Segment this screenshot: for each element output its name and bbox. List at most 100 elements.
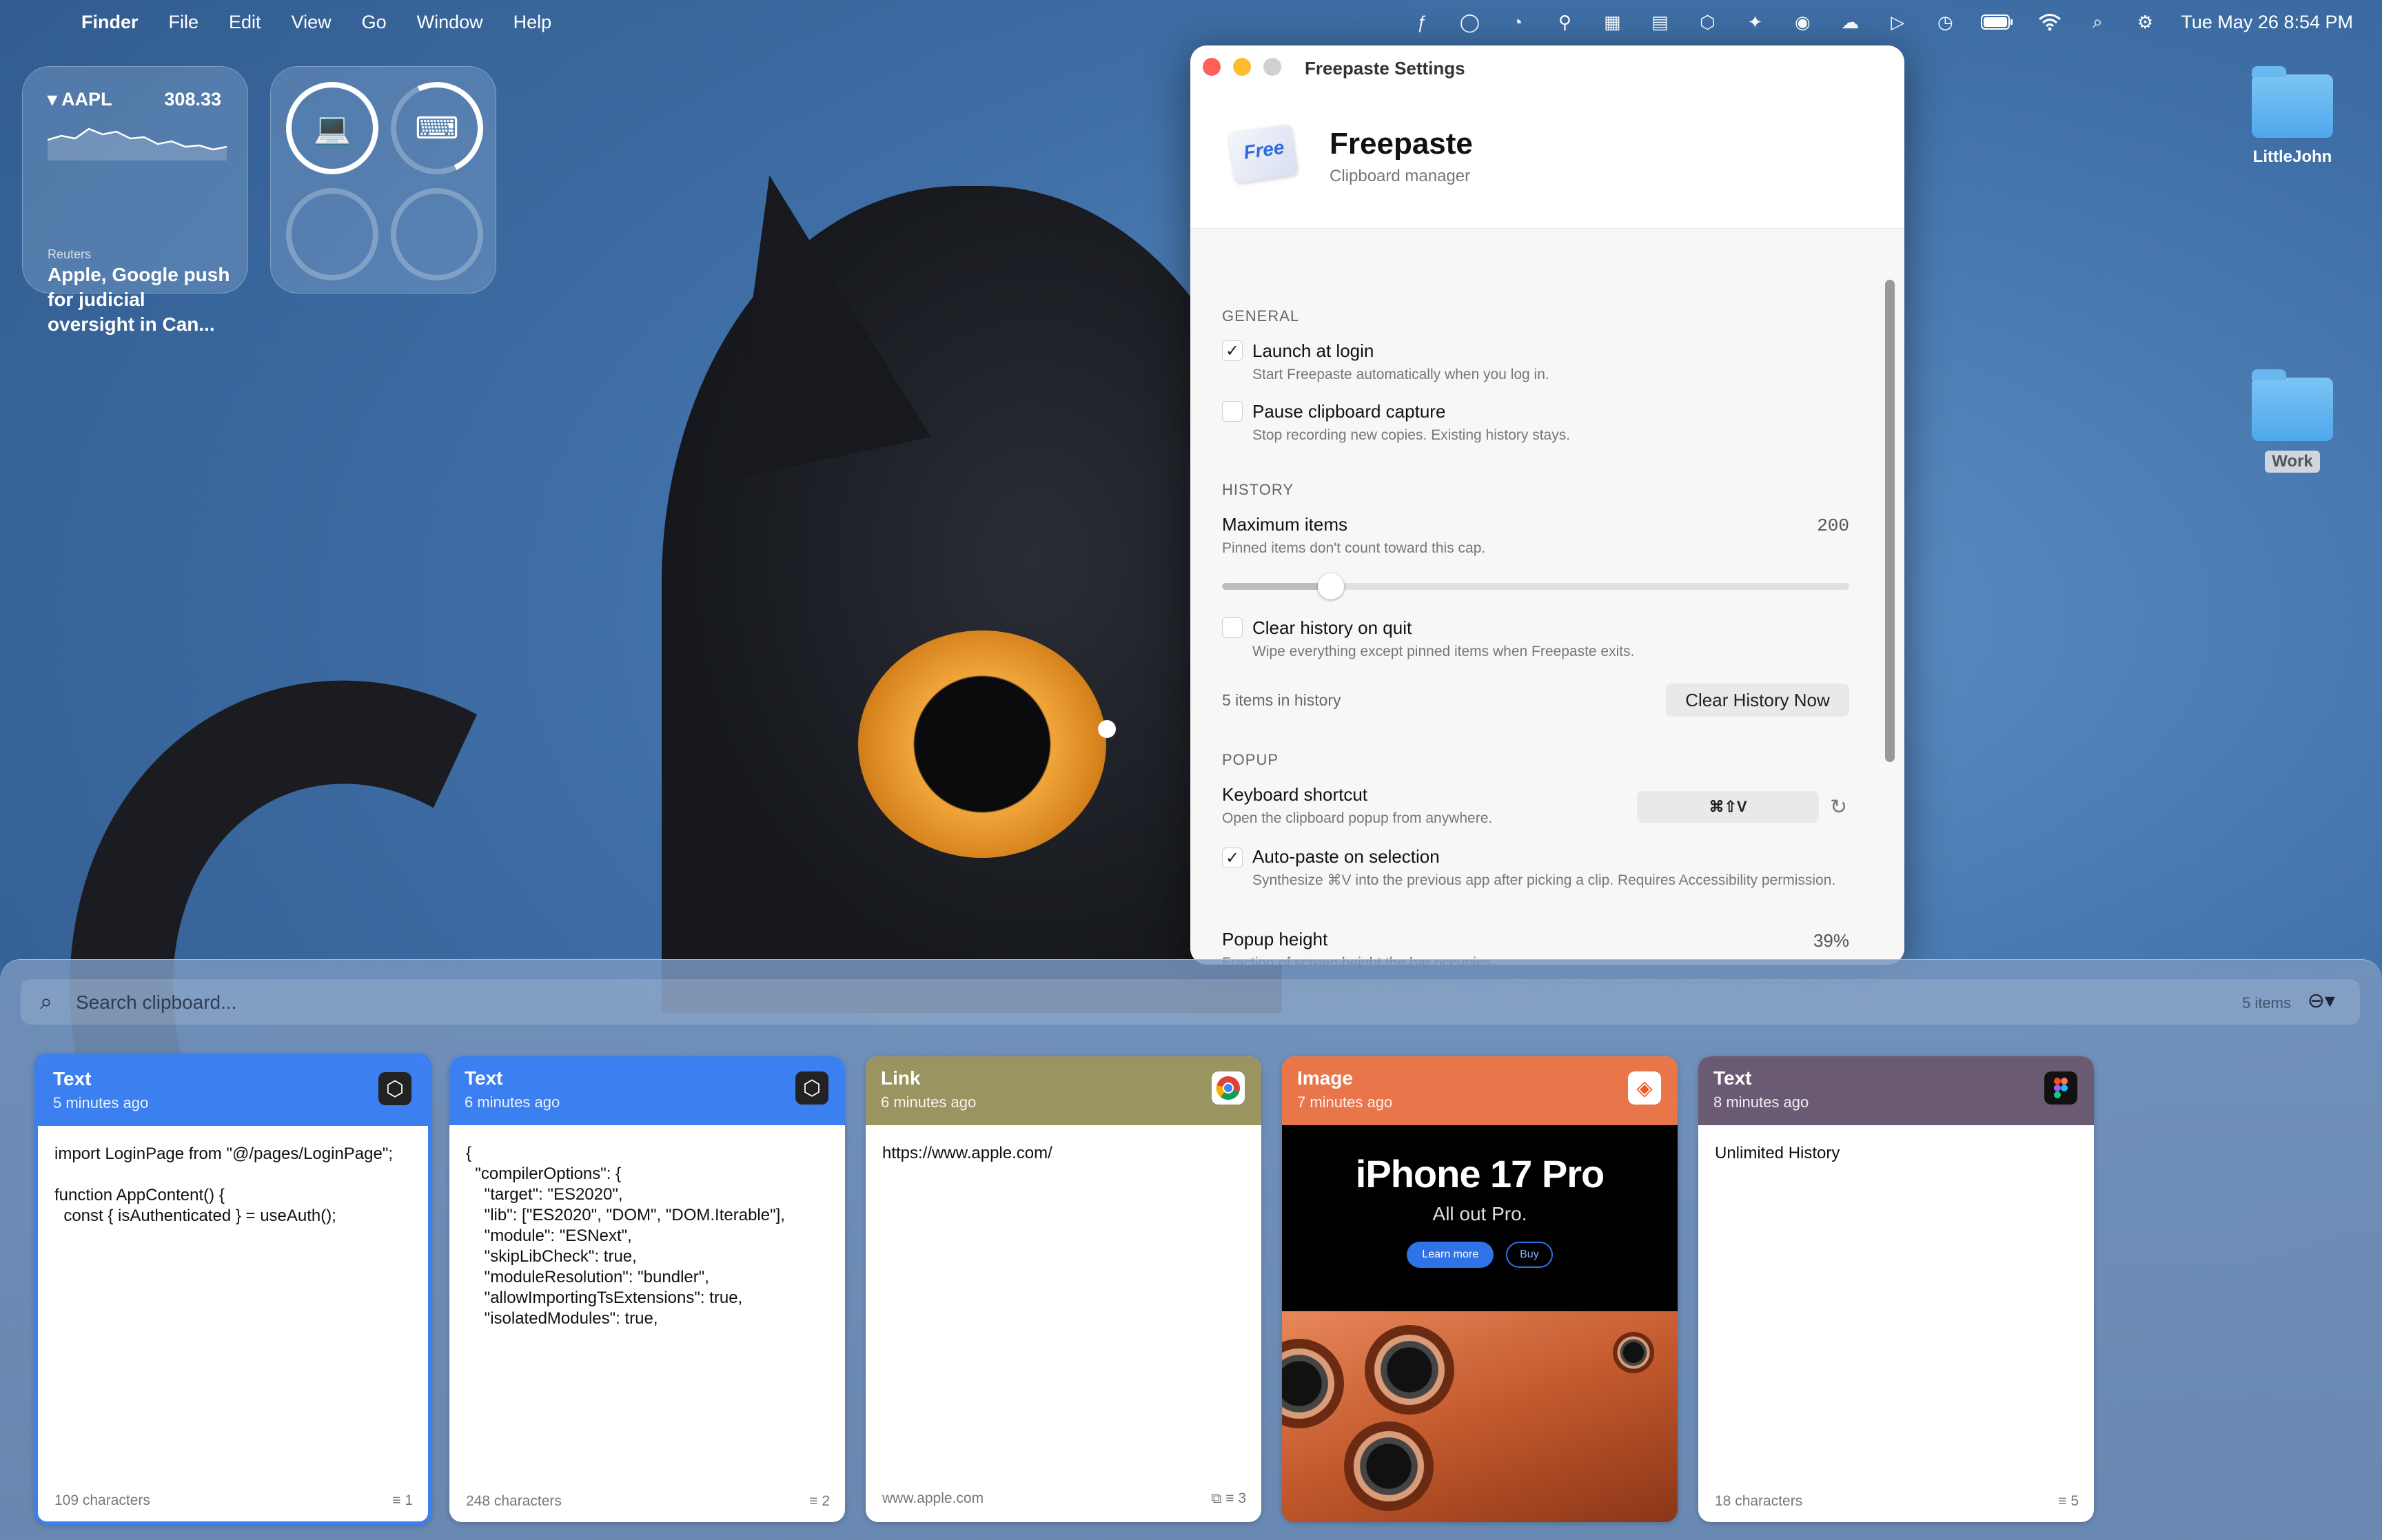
settings-scroll-area[interactable]: GENERAL ✓ Launch at login Start Freepast… <box>1190 229 1904 965</box>
image-preview: iPhone 17 Pro All out Pro. Learn more Bu… <box>1282 1125 1678 1522</box>
control-center-icon[interactable]: ⚙ <box>2133 12 2157 32</box>
card-header: Text 8 minutes ago <box>1698 1056 2094 1125</box>
menu-view[interactable]: View <box>292 12 332 33</box>
stock-widget[interactable]: ▾ AAPL 308.33 Reuters Apple, Google push… <box>22 66 248 335</box>
empty-battery-ring <box>391 188 483 280</box>
folder-label: LittleJohn <box>2252 147 2332 166</box>
shortcut-recorder[interactable]: ⌘⇧V <box>1637 791 1819 823</box>
clear-on-quit-checkbox[interactable] <box>1222 617 1243 638</box>
clear-history-button[interactable]: Clear History Now <box>1666 684 1849 717</box>
section-history: HISTORY <box>1222 481 1294 498</box>
news-source: Reuters <box>48 247 92 261</box>
more-options-icon[interactable]: ⊖▾ <box>2308 989 2335 1013</box>
clip-card[interactable]: Text 8 minutes ago Unlimited History 18 … <box>1698 1056 2094 1522</box>
menu-help[interactable]: Help <box>513 12 552 33</box>
card-index: ≡ 2 <box>809 1493 830 1509</box>
cube-icon[interactable]: ⬡ <box>1696 12 1719 32</box>
window-title: Freepaste Settings <box>1305 58 1465 79</box>
close-button[interactable] <box>1203 58 1221 76</box>
cloud-icon[interactable]: ☁ <box>1838 12 1862 32</box>
history-count: 5 items in history <box>1222 691 1341 709</box>
item-count: 5 items <box>2242 994 2291 1012</box>
waveform-icon[interactable]: ◉ <box>1791 12 1814 32</box>
layout-icon[interactable]: ▦ <box>1600 12 1624 32</box>
clip-card[interactable]: Text 5 minutes ago ⬡ import LoginPage fr… <box>34 1054 431 1525</box>
phone-image <box>1282 1311 1678 1522</box>
menu-app-name[interactable]: Finder <box>81 12 139 33</box>
clip-card[interactable]: Text 6 minutes ago ⬡ { "compilerOptions"… <box>449 1056 845 1522</box>
folder-work[interactable]: Work <box>2230 369 2354 473</box>
promo-title: iPhone 17 Pro <box>1355 1152 1605 1195</box>
folder-littlejohn[interactable]: LittleJohn <box>2230 66 2354 167</box>
launch-at-login-checkbox[interactable]: ✓ <box>1222 340 1243 361</box>
card-index: ⧉ ≡ 3 <box>1211 1490 1246 1506</box>
scrollbar[interactable] <box>1885 280 1895 762</box>
launch-at-login-desc: Start Freepaste automatically when you l… <box>1252 367 1549 382</box>
search-icon: ⌕ <box>40 989 52 1014</box>
settings-window: Freepaste Settings Free Freepaste Clipbo… <box>1190 45 1904 965</box>
zoom-button[interactable] <box>1263 58 1281 76</box>
sparkle-icon[interactable]: ✦ <box>1743 12 1767 32</box>
clear-on-quit-desc: Wipe everything except pinned items when… <box>1252 644 1635 659</box>
clipboard-icon[interactable]: ▤ <box>1648 12 1671 32</box>
circle-icon[interactable]: ◯ <box>1458 12 1481 32</box>
title-bar[interactable]: Freepaste Settings <box>1190 45 1904 90</box>
card-index: ≡ 1 <box>392 1492 413 1508</box>
batteries-widget[interactable]: 💻 ⌨ <box>270 66 496 294</box>
folder-icon <box>2252 66 2333 138</box>
card-header: Text 5 minutes ago ⬡ <box>38 1057 428 1126</box>
app-name: Freepaste <box>1330 127 1473 161</box>
usb-icon[interactable]: ⚲ <box>1553 12 1576 32</box>
card-time: 8 minutes ago <box>1713 1094 1809 1111</box>
card-type: Text <box>465 1067 503 1089</box>
auto-paste-checkbox[interactable]: ✓ <box>1222 848 1243 868</box>
battery-icon[interactable] <box>1981 12 2014 32</box>
menu-window[interactable]: Window <box>417 12 483 33</box>
card-footer: 18 characters <box>1715 1493 1803 1509</box>
card-type: Image <box>1297 1067 1353 1089</box>
slider-knob[interactable] <box>1318 573 1344 599</box>
max-items-slider[interactable] <box>1222 573 1849 599</box>
card-type: Link <box>881 1067 921 1089</box>
menu-clock[interactable]: Tue May 26 8:54 PM <box>2181 12 2353 33</box>
card-index: ≡ 5 <box>2058 1493 2079 1509</box>
promo-subtitle: All out Pro. <box>1432 1203 1527 1224</box>
stock-price: 308.33 <box>164 89 221 110</box>
empty-battery-ring <box>286 188 378 280</box>
menu-go[interactable]: Go <box>362 12 387 33</box>
keyboard-icon: ⌨ <box>415 111 459 145</box>
brave-icon: ◈ <box>1628 1071 1661 1105</box>
card-type: Text <box>1713 1067 1752 1089</box>
app-subtitle: Clipboard manager <box>1330 167 1471 185</box>
keyboard-battery-ring: ⌨ <box>378 69 496 187</box>
pause-capture-desc: Stop recording new copies. Existing hist… <box>1252 427 1571 443</box>
freepaste-logo: Free <box>1228 123 1299 184</box>
time-machine-icon[interactable]: ◷ <box>1933 12 1957 32</box>
search-icon[interactable]: ⌕ <box>2086 11 2109 32</box>
clipboard-bar: ⌕ Search clipboard... 5 items ⊖▾ Text 5 … <box>0 959 2382 1540</box>
card-content: Unlimited History <box>1715 1144 1840 1162</box>
popup-height-value: 39% <box>1813 930 1849 951</box>
menu-file[interactable]: File <box>169 12 199 33</box>
section-popup: POPUP <box>1222 751 1279 768</box>
clear-on-quit-label: Clear history on quit <box>1252 617 1412 638</box>
section-general: GENERAL <box>1222 307 1300 325</box>
card-header: Image 7 minutes ago ◈ <box>1282 1056 1678 1125</box>
figma-icon[interactable]: ƒ <box>1410 12 1434 32</box>
clip-card[interactable]: Link 6 minutes ago https://www.apple.com… <box>866 1056 1261 1522</box>
laptop-icon: 💻 <box>313 112 352 145</box>
minimize-button[interactable] <box>1233 58 1251 76</box>
pause-capture-checkbox[interactable] <box>1222 401 1243 422</box>
auto-paste-label: Auto-paste on selection <box>1252 846 1440 867</box>
wallpaper-cat-eye-glint <box>1098 720 1116 738</box>
clip-card[interactable]: Image 7 minutes ago ◈ iPhone 17 Pro All … <box>1282 1056 1678 1522</box>
menu-edit[interactable]: Edit <box>229 12 261 33</box>
search-field[interactable]: ⌕ Search clipboard... 5 items ⊖▾ <box>21 979 2360 1025</box>
stock-sparkline <box>48 127 227 161</box>
folder-label: Work <box>2265 451 2320 473</box>
gauge-icon[interactable]: ◔ <box>1505 12 1529 32</box>
wifi-icon[interactable] <box>2038 12 2062 32</box>
play-icon[interactable]: ▷ <box>1886 12 1909 32</box>
status-area: ƒ ◯ ◔ ⚲ ▦ ▤ ⬡ ✦ ◉ ☁ ▷ ◷ ⌕ ⚙ Tue May 26 8… <box>1410 0 2382 44</box>
reset-shortcut-icon[interactable]: ↻ <box>1830 795 1847 819</box>
